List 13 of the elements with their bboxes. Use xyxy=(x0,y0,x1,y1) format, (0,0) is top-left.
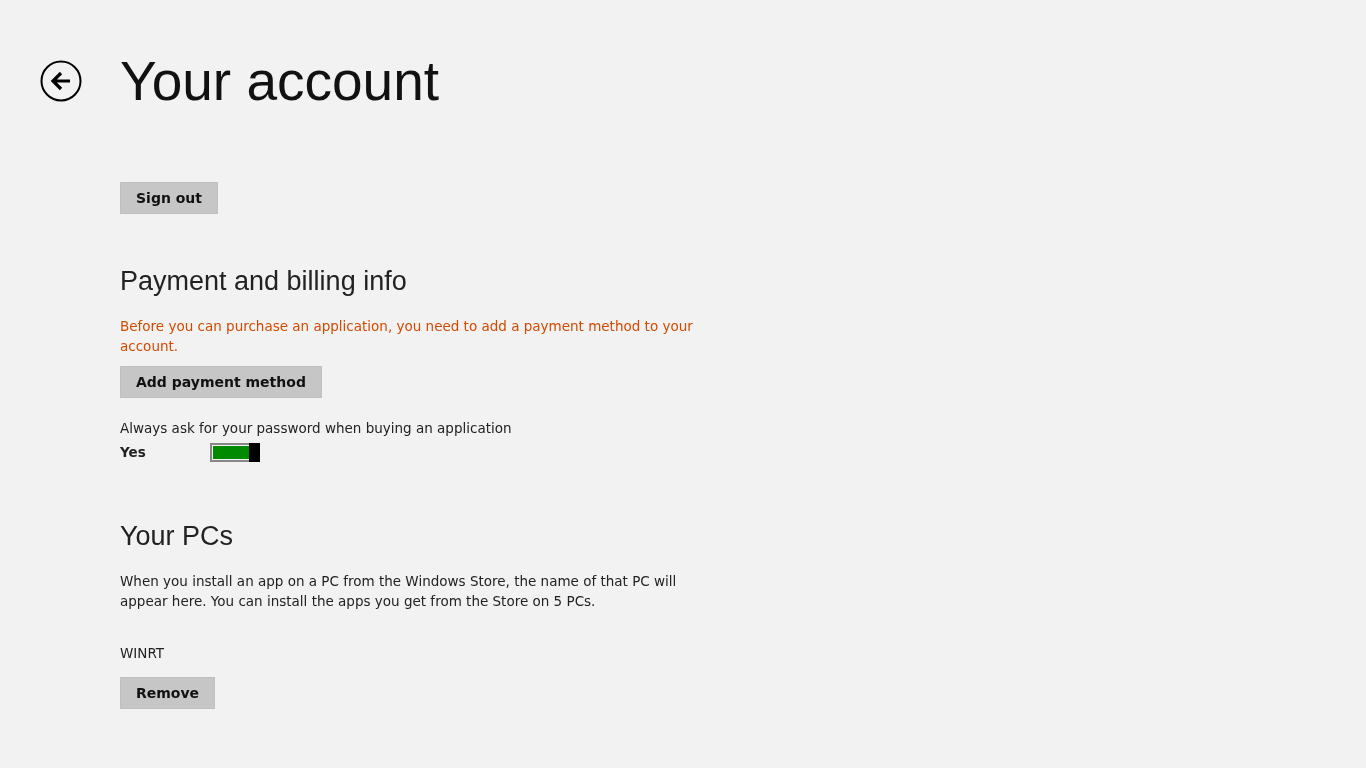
description-text: When you install an app on a PC from the Windows Store, the name of that PC will appear here. You can install the apps you get from the Store on 5 PCs. xyxy=(120,572,678,611)
section-heading: Payment and billing info xyxy=(120,265,408,298)
toggle-value: Yes xyxy=(120,443,147,462)
warning-text: Before you can purchase an application, you need to add a payment method to your account. xyxy=(120,317,694,356)
sign-out-button[interactable]: Sign out xyxy=(120,182,219,214)
back-button[interactable] xyxy=(40,60,82,102)
add-payment-button[interactable]: Add payment method xyxy=(120,366,322,398)
toggle-label: Always ask for your password when buying an application xyxy=(120,419,513,438)
section-heading: Your PCs xyxy=(120,520,235,553)
pc-name: WINRT xyxy=(120,644,166,663)
password-toggle[interactable] xyxy=(210,442,260,462)
page-title: Your account xyxy=(120,53,440,109)
remove-button[interactable]: Remove xyxy=(120,677,216,709)
